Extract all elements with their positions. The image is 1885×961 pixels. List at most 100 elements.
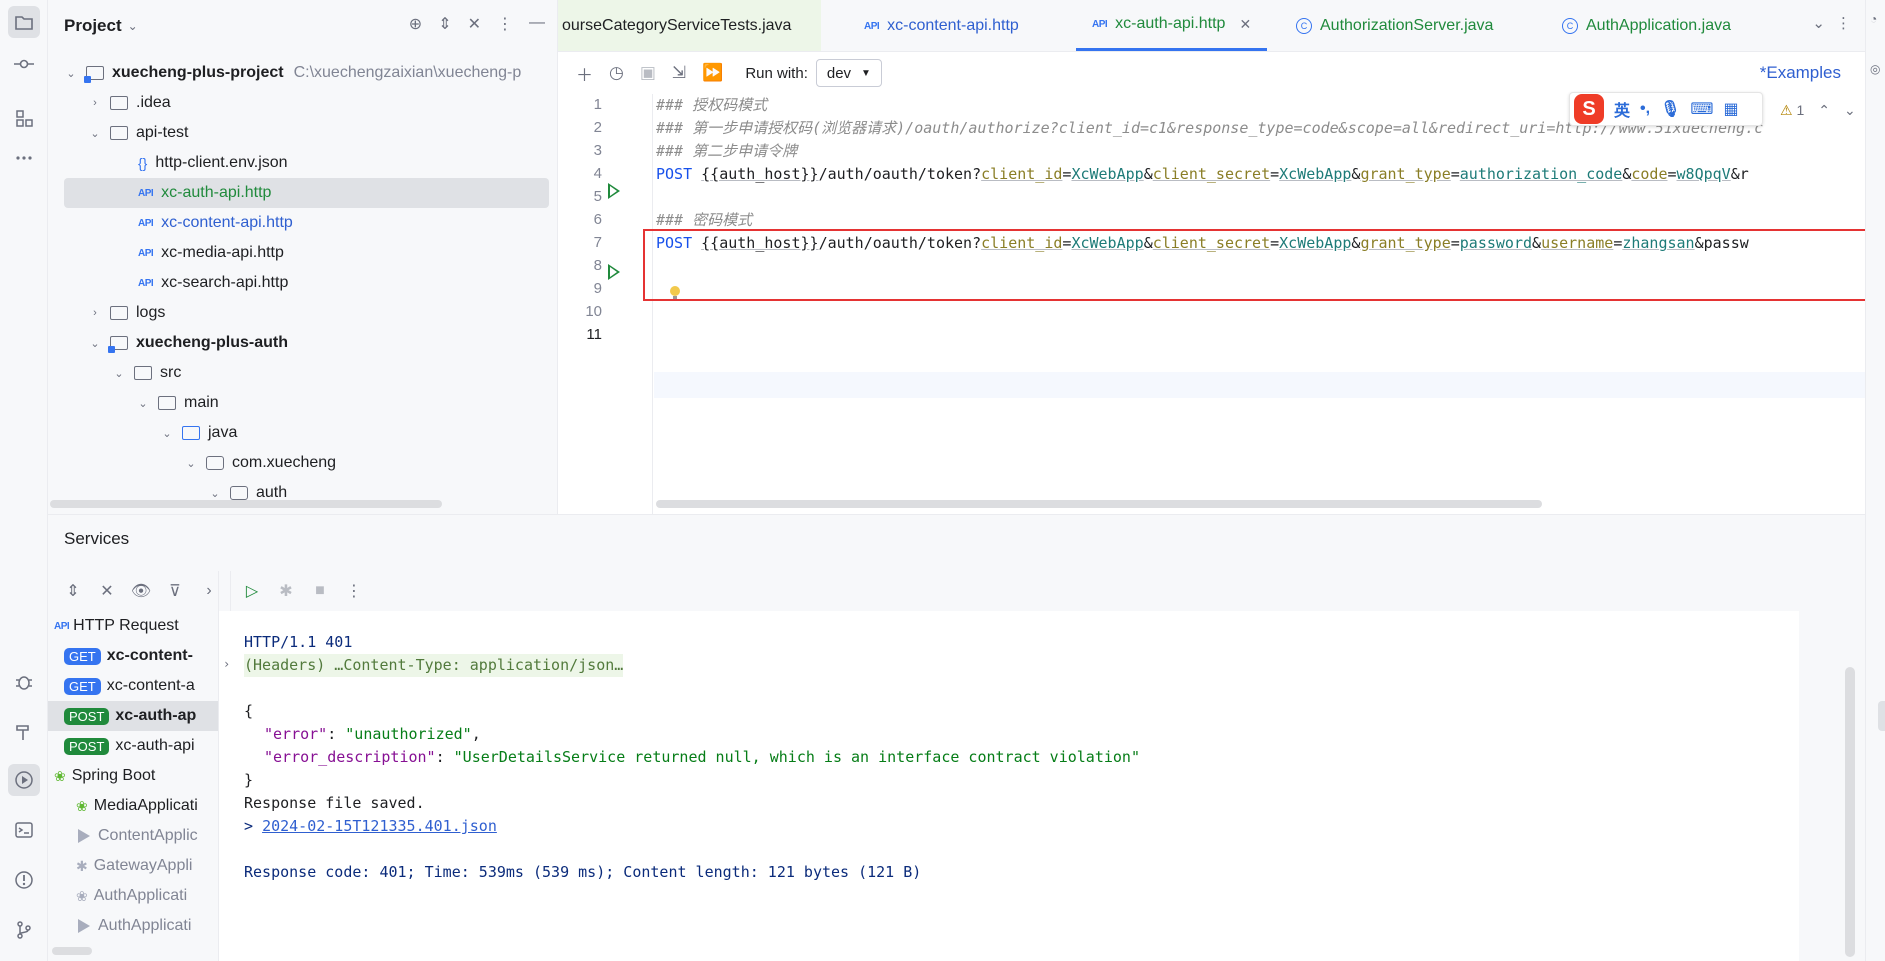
- chevron-down-icon[interactable]: ⌄: [88, 127, 102, 140]
- debug-icon[interactable]: ✱: [269, 581, 303, 601]
- svc-app-item[interactable]: AuthApplicati: [48, 911, 218, 941]
- response-file-link[interactable]: 2024-02-15T121335.401.json: [262, 817, 497, 835]
- git-tool-icon[interactable]: [8, 914, 40, 946]
- chevron-down-icon[interactable]: ⌄: [136, 397, 150, 410]
- tree-item-project-root[interactable]: ⌄ xuecheng-plus-project C:\xuechengzaixi…: [48, 58, 557, 88]
- tree-item-xc-media-api[interactable]: API xc-media-api.http: [48, 238, 557, 268]
- chevron-down-icon[interactable]: ⌄: [208, 487, 222, 500]
- soft-wrap-icon[interactable]: ↩: [1878, 641, 1885, 671]
- tree-item-xc-auth-api[interactable]: API xc-auth-api.http: [64, 178, 549, 208]
- run-all-icon[interactable]: ⏩: [702, 63, 723, 83]
- svc-app-item[interactable]: ✱ GatewayAppli: [48, 851, 218, 881]
- tab-xc-content-api[interactable]: API xc-content-api.http: [864, 0, 1019, 51]
- chevron-down-icon[interactable]: ⌄: [112, 367, 126, 380]
- svc-request-item[interactable]: POST xc-auth-api: [48, 731, 218, 761]
- eye-icon[interactable]: 👁: [124, 581, 158, 601]
- services-tree-hscrollbar[interactable]: [52, 947, 92, 955]
- convert-icon[interactable]: ▣: [640, 63, 656, 83]
- tree-item-http-client-env[interactable]: {} http-client.env.json: [48, 148, 557, 178]
- collapse-all-icon[interactable]: ✕: [468, 14, 481, 34]
- editor-hscrollbar[interactable]: [656, 500, 1542, 508]
- chevron-down-icon[interactable]: ⌄: [160, 427, 174, 440]
- eye-icon[interactable]: 👁: [1878, 611, 1885, 641]
- examples-link[interactable]: *Examples: [1760, 63, 1841, 83]
- chevron-right-icon[interactable]: ›: [88, 307, 102, 319]
- svc-request-item[interactable]: GET xc-content-: [48, 641, 218, 671]
- response-headers-fold[interactable]: (Headers) …Content-Type: application/jso…: [244, 654, 624, 677]
- more-tools-icon[interactable]: [8, 142, 40, 174]
- tab-xc-auth-api[interactable]: API xc-auth-api.http ✕: [1076, 0, 1268, 51]
- code-editor[interactable]: 1 2 3 4 5 6 7 8 9 10 11 ### 授权码模式 ### 第一…: [558, 94, 1865, 514]
- svc-spring-boot[interactable]: ❀ Spring Boot: [48, 761, 218, 791]
- svc-app-item[interactable]: ❀ AuthApplicati: [48, 881, 218, 911]
- tree-item-com-xuecheng[interactable]: ⌄ com.xuecheng: [48, 448, 557, 478]
- terminal-tool-icon[interactable]: [8, 814, 40, 846]
- tree-item-api-test[interactable]: ⌄ api-test: [48, 118, 557, 148]
- microphone-icon[interactable]: 🎙: [1660, 99, 1680, 119]
- tree-item-idea[interactable]: › .idea: [48, 88, 557, 118]
- tree-item-java[interactable]: ⌄ java: [48, 418, 557, 448]
- minimize-icon[interactable]: —: [529, 14, 545, 34]
- filter-icon[interactable]: ⊽: [158, 581, 192, 601]
- copy-icon[interactable]: ⧉: [1878, 731, 1885, 761]
- locate-icon[interactable]: ⊕: [409, 14, 422, 34]
- tab-list-chevron-icon[interactable]: ⌄: [1812, 14, 1825, 32]
- svc-request-item[interactable]: POST xc-auth-ap: [48, 701, 218, 731]
- problems-tool-icon[interactable]: [8, 864, 40, 896]
- expand-all-icon[interactable]: ⇕: [438, 14, 451, 34]
- project-tool-icon[interactable]: [8, 6, 40, 38]
- tree-item-xuecheng-plus-auth[interactable]: ⌄ xuecheng-plus-auth: [48, 328, 557, 358]
- project-hscrollbar[interactable]: [50, 500, 442, 508]
- ime-lang-toggle[interactable]: 英: [1614, 97, 1630, 121]
- sogou-logo-icon[interactable]: S: [1574, 94, 1604, 124]
- tab-options-icon[interactable]: ⋮: [1836, 14, 1851, 32]
- history-icon[interactable]: ◷: [609, 63, 624, 83]
- add-request-icon[interactable]: ＋: [576, 61, 593, 86]
- chevron-down-icon[interactable]: ⌄: [88, 337, 102, 350]
- tree-item-main[interactable]: ⌄ main: [48, 388, 557, 418]
- tab-course-category-tests[interactable]: ourseCategoryServiceTests.java: [558, 0, 822, 51]
- expand-all-icon[interactable]: ⇕: [56, 581, 90, 601]
- chevron-down-icon[interactable]: ⌄: [1844, 102, 1856, 119]
- services-tool-icon[interactable]: [8, 764, 40, 796]
- scroll-top-icon[interactable]: ⤒: [1878, 671, 1885, 701]
- options-icon[interactable]: ⋮: [497, 14, 513, 34]
- stop-icon[interactable]: ■: [303, 582, 337, 600]
- ime-punct-toggle[interactable]: •,: [1640, 100, 1650, 118]
- tab-auth-application[interactable]: C AuthApplication.java: [1562, 0, 1731, 51]
- image-icon[interactable]: ▨: [1878, 761, 1885, 791]
- tree-item-xc-search-api[interactable]: API xc-search-api.http: [48, 268, 557, 298]
- run-icon[interactable]: ▷: [235, 581, 269, 601]
- inspection-widget[interactable]: ⚠ 1 ⌃ ⌄: [1780, 102, 1856, 119]
- build-tool-icon[interactable]: [8, 716, 40, 748]
- svc-request-item[interactable]: GET xc-content-a: [48, 671, 218, 701]
- chevron-up-icon[interactable]: ⌃: [1818, 102, 1830, 119]
- chevron-down-icon[interactable]: ⌄: [184, 457, 198, 470]
- import-icon[interactable]: ⇲: [672, 63, 686, 83]
- structure-tool-icon[interactable]: [8, 102, 40, 134]
- run-request-icon[interactable]: [608, 183, 620, 199]
- chevron-right-icon[interactable]: ›: [223, 657, 230, 671]
- debug-tool-icon[interactable]: [8, 666, 40, 698]
- tree-item-logs[interactable]: › logs: [48, 298, 557, 328]
- svc-http-request[interactable]: API HTTP Request: [48, 611, 218, 641]
- more-options-icon[interactable]: ⋮: [337, 581, 371, 601]
- env-select[interactable]: dev ▼: [815, 59, 882, 87]
- console-vscrollbar[interactable]: [1845, 667, 1855, 957]
- tab-authorization-server[interactable]: C AuthorizationServer.java: [1296, 0, 1493, 51]
- chevron-down-icon[interactable]: ⌄: [128, 19, 138, 33]
- notifications-icon[interactable]: ◔: [1870, 12, 1877, 26]
- keyboard-icon[interactable]: ⌨: [1690, 99, 1713, 119]
- run-request-icon[interactable]: [608, 264, 620, 280]
- collapse-all-icon[interactable]: ✕: [90, 581, 124, 601]
- tree-item-src[interactable]: ⌄ src: [48, 358, 557, 388]
- grid-icon[interactable]: ▦: [1723, 99, 1738, 119]
- scroll-end-icon[interactable]: ⤓: [1878, 701, 1885, 731]
- response-console[interactable]: HTTP/1.1 401 › (Headers) …Content-Type: …: [219, 611, 1855, 961]
- chevron-right-icon[interactable]: ›: [192, 582, 226, 600]
- chevron-down-icon[interactable]: ⌄: [64, 67, 78, 80]
- svc-app-item[interactable]: ContentApplic: [48, 821, 218, 851]
- endpoints-icon[interactable]: ◎: [1870, 62, 1880, 76]
- commit-tool-icon[interactable]: [8, 48, 40, 80]
- tree-item-xc-content-api[interactable]: API xc-content-api.http: [48, 208, 557, 238]
